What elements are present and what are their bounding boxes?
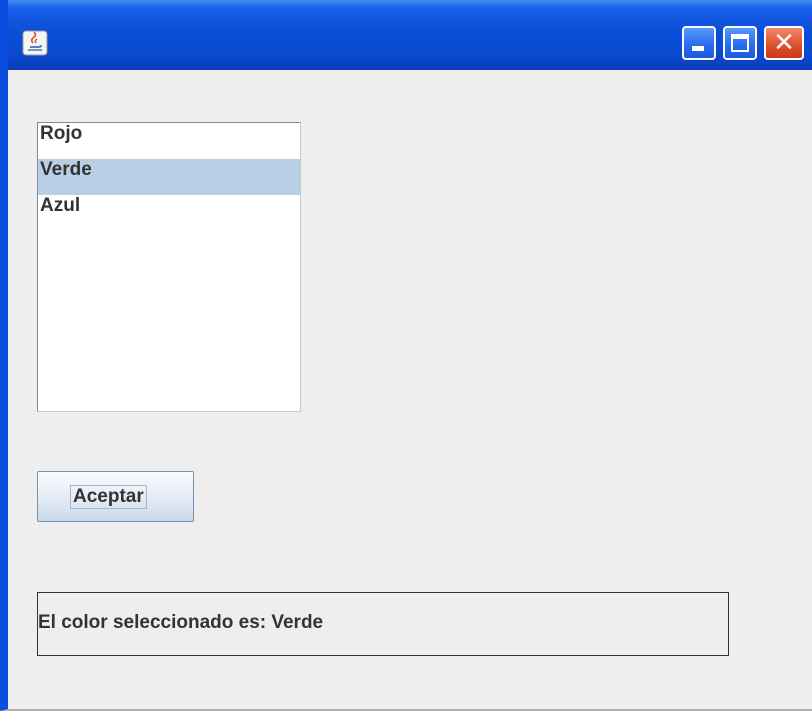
- close-icon: ✕: [773, 28, 795, 58]
- result-label-box: El color seleccionado es: Verde: [37, 592, 729, 656]
- result-text: El color seleccionado es: Verde: [38, 612, 324, 633]
- color-list[interactable]: Rojo Verde Azul: [37, 122, 301, 412]
- list-item-azul[interactable]: Azul: [38, 195, 300, 231]
- java-coffee-cup-icon[interactable]: [22, 30, 48, 56]
- minimize-button[interactable]: [682, 26, 716, 60]
- accept-button-label: Aceptar: [70, 485, 147, 509]
- list-item-rojo[interactable]: Rojo: [38, 123, 300, 159]
- maximize-button[interactable]: [723, 26, 757, 60]
- title-bar[interactable]: ✕: [8, 0, 812, 70]
- app-window: ✕ Rojo Verde Azul Aceptar El color selec…: [0, 0, 812, 711]
- minimize-icon: [692, 46, 704, 51]
- close-button[interactable]: ✕: [764, 26, 804, 60]
- accept-button[interactable]: Aceptar: [37, 471, 194, 522]
- list-item-verde[interactable]: Verde: [38, 159, 300, 195]
- maximize-icon: [731, 34, 749, 52]
